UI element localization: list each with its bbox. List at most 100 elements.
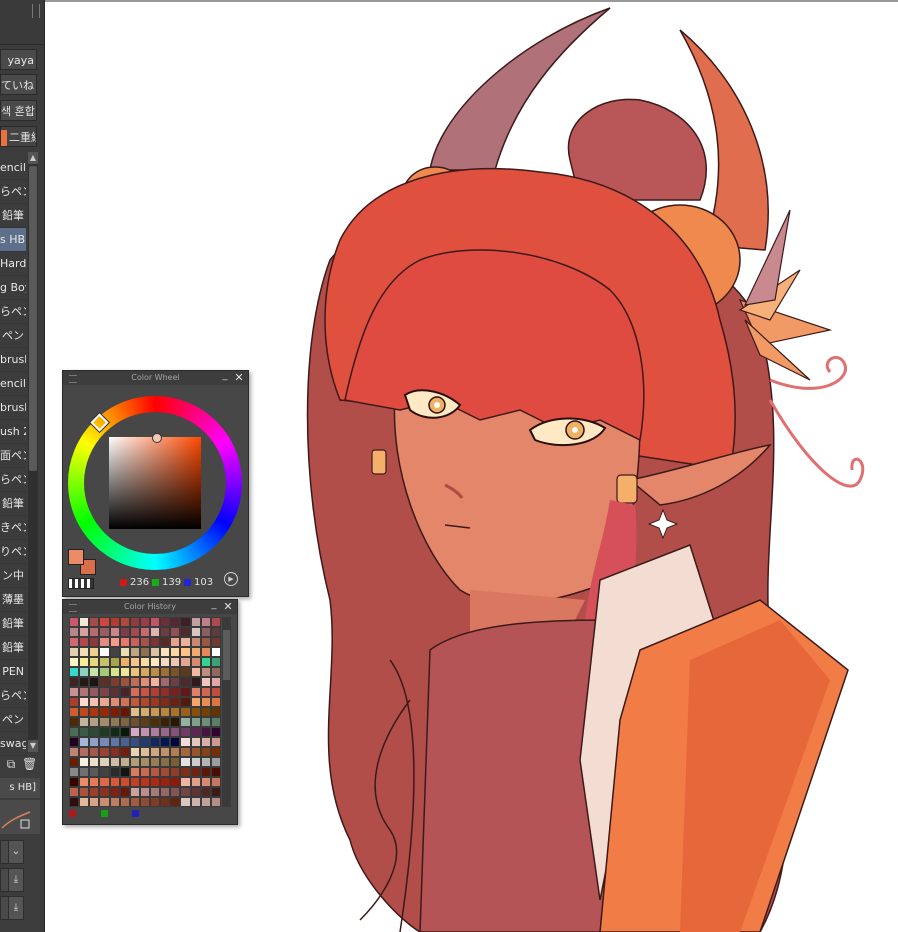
history-swatch[interactable] bbox=[119, 757, 130, 767]
history-swatch[interactable] bbox=[89, 707, 100, 717]
history-swatch[interactable] bbox=[200, 737, 211, 747]
history-swatch[interactable] bbox=[119, 737, 130, 747]
history-swatch[interactable] bbox=[210, 787, 221, 797]
history-swatch[interactable] bbox=[210, 727, 221, 737]
history-swatch[interactable] bbox=[99, 677, 110, 687]
history-swatch[interactable] bbox=[109, 617, 120, 627]
history-swatch[interactable] bbox=[190, 677, 201, 687]
history-swatch[interactable] bbox=[210, 697, 221, 707]
history-swatch[interactable] bbox=[190, 737, 201, 747]
history-swatch[interactable] bbox=[99, 717, 110, 727]
history-swatch[interactable] bbox=[170, 627, 181, 637]
brush-item[interactable]: s HB bbox=[0, 228, 26, 252]
history-swatch[interactable] bbox=[160, 757, 171, 767]
history-swatch[interactable] bbox=[109, 777, 120, 787]
close-icon[interactable]: ✕ bbox=[223, 600, 233, 614]
history-swatch[interactable] bbox=[129, 727, 140, 737]
history-swatch[interactable] bbox=[129, 627, 140, 637]
history-swatch[interactable] bbox=[119, 677, 130, 687]
brush-item[interactable]: 鉛筆 bbox=[0, 204, 26, 228]
history-swatch[interactable] bbox=[150, 617, 161, 627]
history-swatch[interactable] bbox=[210, 677, 221, 687]
history-swatch[interactable] bbox=[200, 797, 211, 807]
history-swatch[interactable] bbox=[180, 667, 191, 677]
history-swatch[interactable] bbox=[109, 657, 120, 667]
download-icon[interactable]: ⤓ bbox=[8, 868, 24, 892]
history-swatch[interactable] bbox=[170, 757, 181, 767]
history-swatch[interactable] bbox=[200, 707, 211, 717]
history-swatch[interactable] bbox=[119, 617, 130, 627]
history-swatch[interactable] bbox=[79, 637, 90, 647]
history-swatch[interactable] bbox=[69, 757, 80, 767]
history-swatch[interactable] bbox=[109, 637, 120, 647]
brush-item[interactable]: brush bbox=[0, 348, 26, 372]
history-swatch[interactable] bbox=[139, 717, 151, 727]
history-swatch[interactable] bbox=[129, 777, 140, 787]
history-swatch[interactable] bbox=[99, 787, 110, 797]
history-swatch[interactable] bbox=[79, 667, 90, 677]
history-swatch[interactable] bbox=[170, 687, 181, 697]
history-swatch[interactable] bbox=[190, 757, 201, 767]
scroll-down-icon[interactable]: ▼ bbox=[28, 740, 38, 752]
brush-item[interactable]: 薄墨 bbox=[0, 588, 26, 612]
history-swatch[interactable] bbox=[139, 617, 151, 627]
history-swatch[interactable] bbox=[129, 617, 140, 627]
history-swatch[interactable] bbox=[79, 787, 90, 797]
history-swatch[interactable] bbox=[180, 737, 191, 747]
history-swatch[interactable] bbox=[89, 717, 100, 727]
history-swatch[interactable] bbox=[150, 657, 161, 667]
brush-item[interactable]: encil bbox=[0, 156, 26, 180]
history-swatch[interactable] bbox=[180, 657, 191, 667]
history-swatch[interactable] bbox=[139, 797, 151, 807]
history-swatch[interactable] bbox=[139, 687, 151, 697]
history-swatch[interactable] bbox=[200, 617, 211, 627]
minimize-icon[interactable]: _ bbox=[209, 600, 219, 614]
history-swatch[interactable] bbox=[180, 757, 191, 767]
history-swatch[interactable] bbox=[69, 667, 80, 677]
panel-grip-icon[interactable] bbox=[32, 4, 40, 18]
history-swatch[interactable] bbox=[160, 617, 171, 627]
history-swatch[interactable] bbox=[210, 797, 221, 807]
history-swatch[interactable] bbox=[119, 727, 130, 737]
history-swatch[interactable] bbox=[139, 737, 151, 747]
history-swatch[interactable] bbox=[150, 787, 161, 797]
history-swatch[interactable] bbox=[119, 777, 130, 787]
history-swatch[interactable] bbox=[99, 777, 110, 787]
history-swatch[interactable] bbox=[79, 777, 90, 787]
trash-icon[interactable]: 🗑 bbox=[22, 757, 37, 771]
history-swatch[interactable] bbox=[79, 747, 90, 757]
history-swatch[interactable] bbox=[119, 657, 130, 667]
brush-item[interactable]: swag bbox=[0, 732, 26, 756]
history-swatch[interactable] bbox=[210, 747, 221, 757]
history-swatch[interactable] bbox=[200, 647, 211, 657]
history-swatch[interactable] bbox=[79, 697, 90, 707]
history-swatch[interactable] bbox=[160, 657, 171, 667]
history-swatch[interactable] bbox=[79, 727, 90, 737]
history-swatch[interactable] bbox=[109, 697, 120, 707]
history-swatch[interactable] bbox=[99, 747, 110, 757]
history-swatch[interactable] bbox=[160, 737, 171, 747]
history-swatch[interactable] bbox=[190, 637, 201, 647]
history-swatch[interactable] bbox=[200, 747, 211, 757]
history-swatch[interactable] bbox=[99, 737, 110, 747]
history-swatch[interactable] bbox=[69, 797, 80, 807]
history-swatch[interactable] bbox=[99, 647, 110, 657]
history-swatch[interactable] bbox=[200, 757, 211, 767]
history-swatch[interactable] bbox=[109, 767, 120, 777]
history-swatch[interactable] bbox=[190, 717, 201, 727]
history-swatch[interactable] bbox=[129, 757, 140, 767]
history-swatch[interactable] bbox=[200, 717, 211, 727]
history-swatch[interactable] bbox=[109, 797, 120, 807]
history-swatch[interactable] bbox=[139, 767, 151, 777]
sub-tool-button-2[interactable]: ていね bbox=[0, 74, 37, 95]
brush-item[interactable]: らペン bbox=[0, 300, 26, 324]
scroll-up-icon[interactable]: ▲ bbox=[28, 152, 38, 164]
sub-tool-button-4[interactable]: 二重線 bbox=[0, 126, 37, 147]
history-swatch[interactable] bbox=[129, 717, 140, 727]
history-swatch[interactable] bbox=[79, 737, 90, 747]
history-swatch[interactable] bbox=[210, 687, 221, 697]
history-swatch[interactable] bbox=[180, 707, 191, 717]
history-swatch[interactable] bbox=[210, 707, 221, 717]
brush-item[interactable]: きペン bbox=[0, 516, 26, 540]
history-swatch[interactable] bbox=[170, 677, 181, 687]
